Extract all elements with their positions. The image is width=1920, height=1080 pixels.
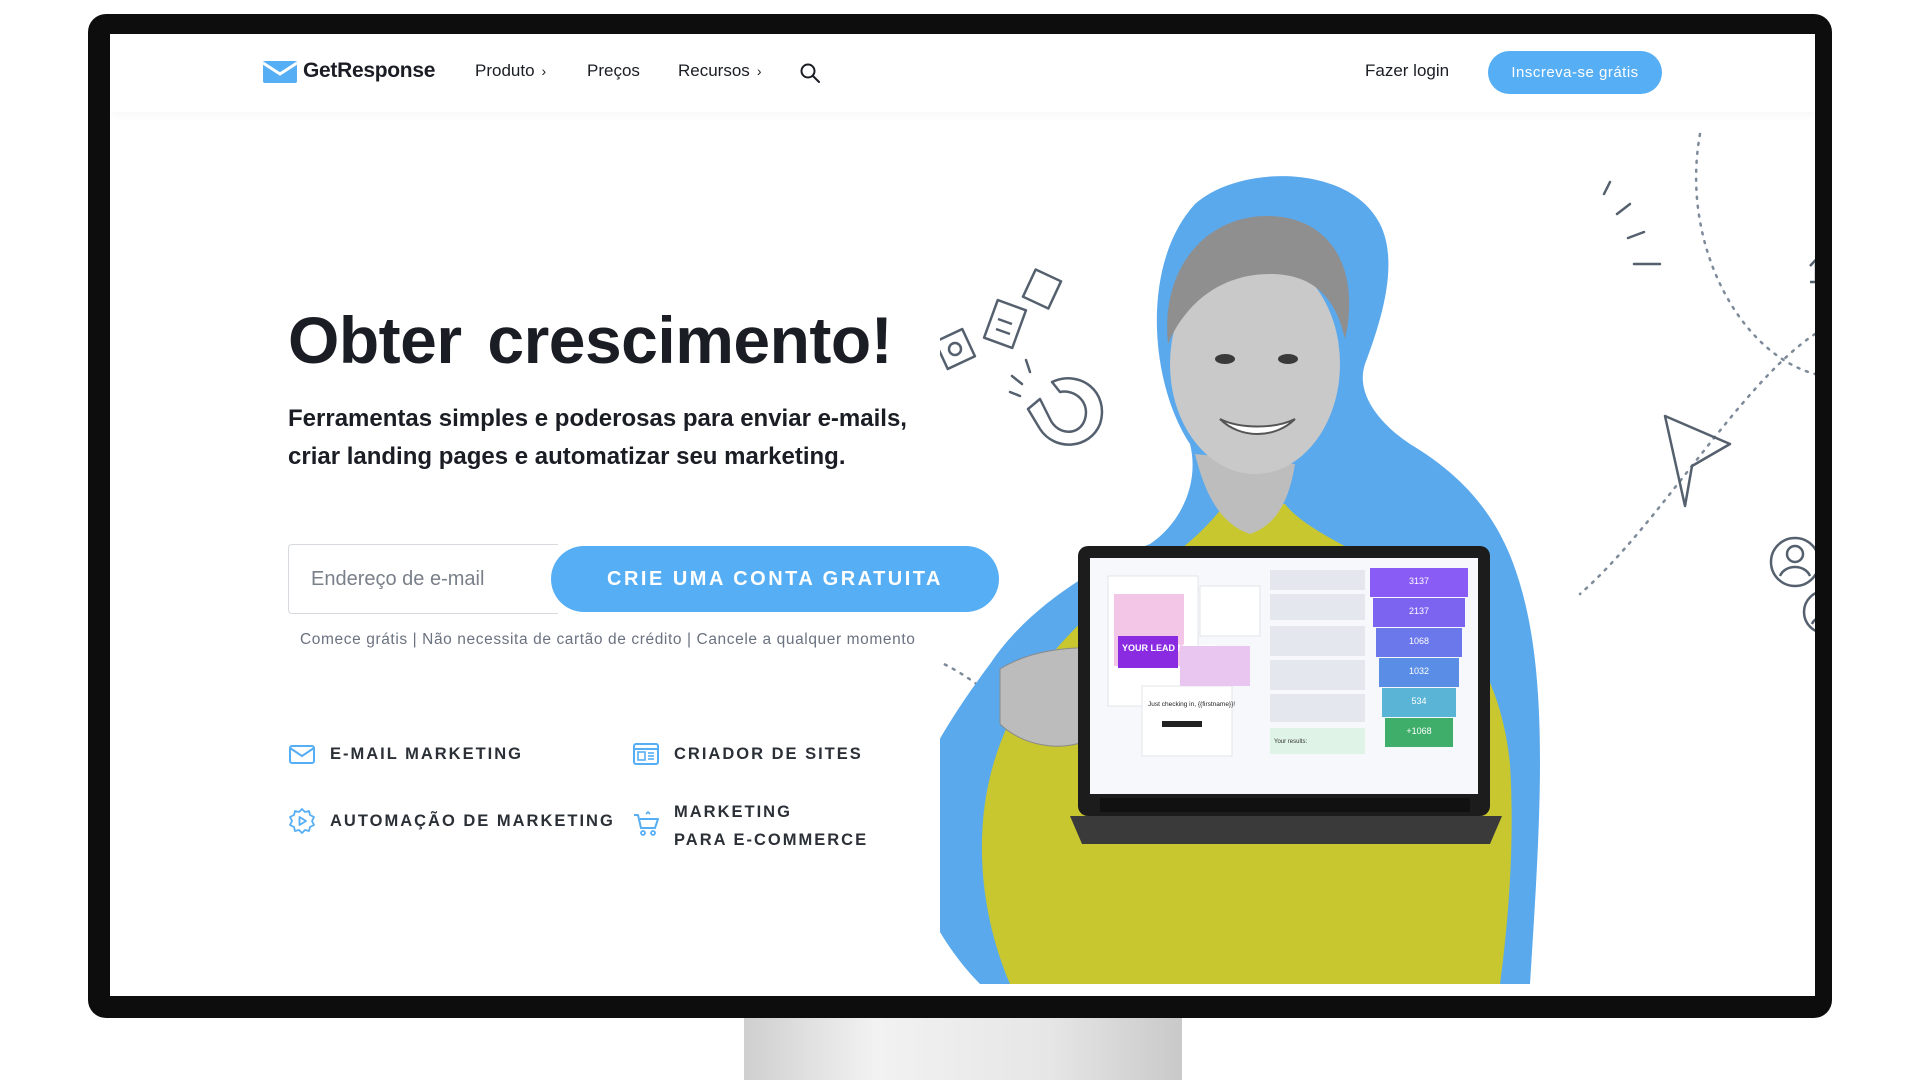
checking-in-text: Just checking in, {{firstname}}! [1148,701,1235,708]
feature-label: E-MAIL MARKETING [330,745,524,763]
feature-label-line: PARA E-COMMERCE [674,831,869,849]
funnel-value-label: +1068 [1406,726,1431,736]
nav-item-label: Preços [587,61,640,80]
hero-subheading: Ferramentas simples e poderosas para env… [288,400,968,476]
top-navigation: GetResponse Produto › Preços Recursos › … [110,34,1815,112]
feature-label: AUTOMAÇÃO DE MARKETING [330,812,615,830]
automation-gear-icon [289,808,315,834]
shopping-cart-icon [634,810,659,836]
speed-lines-icon [1602,180,1662,266]
browser-page: GetResponse Produto › Preços Recursos › … [110,34,1815,996]
chevron-right-icon: › [541,63,547,79]
user-avatar-icons [1769,536,1815,632]
funnel-value-label: 3137 [1409,576,1429,586]
results-label: Your results: [1274,739,1307,745]
page-title: Obter crescimento! [288,302,900,378]
funnel-value-label: 1032 [1409,666,1429,676]
growth-chart-icon [1809,258,1815,284]
signup-fineprint: Comece grátis | Não necessita de cartão … [300,631,916,648]
feature-marketing-automation[interactable]: AUTOMAÇÃO DE MARKETING [288,807,615,835]
getresponse-logo[interactable]: GetResponse [263,59,435,83]
logo-text: GetResponse [303,59,436,82]
dotted-arc-decoration [1694,132,1815,376]
search-icon[interactable] [799,62,821,84]
documents-icon [940,268,1063,371]
nav-item-precos[interactable]: Preços [587,61,640,81]
nav-item-recursos[interactable]: Recursos › [678,61,761,81]
feature-ecommerce-marketing[interactable]: MARKETING PARA E-COMMERCE [632,798,868,854]
website-icon [633,743,659,765]
feature-label-line: MARKETING [674,803,792,821]
feature-website-builder[interactable]: CRIADOR DE SITES [632,740,863,768]
create-account-button[interactable]: CRIE UMA CONTA GRATUITA [551,546,999,612]
monitor-stand [744,1018,1182,1080]
headline-highlight: crescimento! [479,302,900,378]
feature-label: MARKETING PARA E-COMMERCE [674,798,868,854]
headline-text: Obter [288,303,462,377]
funnel-value-label: 534 [1411,696,1426,706]
feature-email-marketing[interactable]: E-MAIL MARKETING [288,740,523,768]
subheading-line: criar landing pages e automatizar seu ma… [288,443,846,470]
laptop-dashboard-illustration: YOUR LEAD MAGNET Just checking in, {{fir… [1070,546,1502,844]
feature-label: CRIADOR DE SITES [674,745,863,763]
chevron-right-icon: › [756,63,762,79]
email-field-wrapper [288,544,558,614]
email-field[interactable] [311,567,541,591]
subheading-line: Ferramentas simples e poderosas para env… [288,405,907,432]
envelope-logo-icon [263,61,297,83]
funnel-value-label: 1068 [1409,636,1429,646]
envelope-icon [289,745,315,764]
magnet-icon [1008,358,1104,446]
nav-item-label: Produto [475,61,535,80]
nav-item-produto[interactable]: Produto › [475,61,546,81]
signup-button[interactable]: Inscreva-se grátis [1488,51,1662,94]
nav-item-label: Recursos [678,61,750,80]
funnel-value-label: 2137 [1409,606,1429,616]
login-link[interactable]: Fazer login [1365,61,1449,81]
